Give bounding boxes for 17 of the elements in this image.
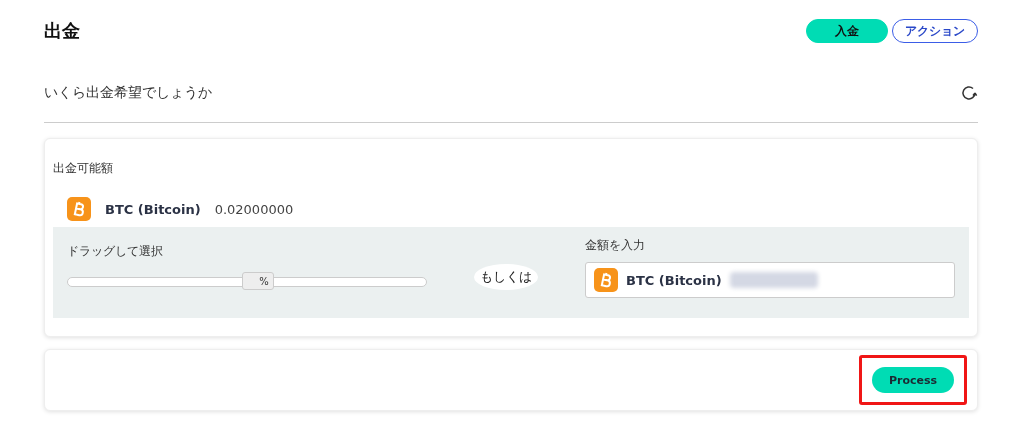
action-button[interactable]: アクション <box>892 19 978 43</box>
bitcoin-icon <box>594 268 618 292</box>
slider-thumb[interactable]: % <box>241 272 274 290</box>
available-amount: 0.02000000 <box>214 201 294 217</box>
currency-name: BTC (Bitcoin) <box>626 272 722 288</box>
or-text: もしくは <box>474 263 538 290</box>
question-text: いくら出金希望でしょうか <box>44 84 212 102</box>
deposit-button[interactable]: 入金 <box>806 19 888 43</box>
refresh-icon[interactable] <box>960 84 978 102</box>
amount-field[interactable]: BTC (Bitcoin) <box>585 262 955 298</box>
process-button[interactable]: Process <box>872 367 954 393</box>
slider-label: ドラッグして選択 <box>67 243 164 260</box>
currency-name: BTC (Bitcoin) <box>105 201 201 217</box>
available-label: 出金可能額 <box>53 161 113 175</box>
amount-label: 金額を入力 <box>585 237 646 254</box>
bitcoin-icon <box>67 197 91 221</box>
page-title: 出金 <box>44 19 80 43</box>
